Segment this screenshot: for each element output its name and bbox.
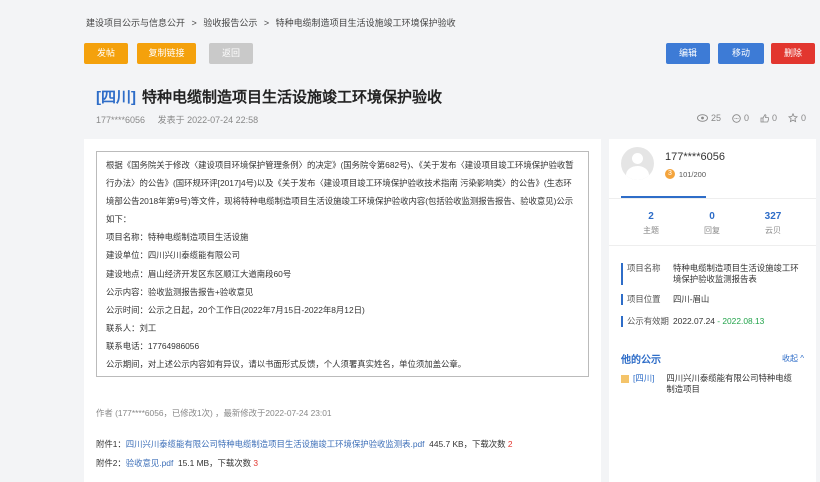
attachment-row: 附件2：验收意见.pdf 15.1 MB，下载次数 3	[96, 458, 259, 468]
comments-stat[interactable]: 0	[732, 113, 749, 123]
breadcrumb-current: 特种电缆制造项目生活设施竣工环境保护验收	[275, 18, 456, 28]
eye-icon	[696, 114, 708, 122]
breadcrumb-separator: >	[191, 18, 197, 28]
sidebar-username[interactable]: 177****6056	[665, 151, 725, 163]
breadcrumb: 建设项目公示与信息公开 > 验收报告公示 > 特种电缆制造项目生活设施竣工环境保…	[86, 16, 460, 29]
attachment-prefix: 附件2：	[96, 458, 126, 468]
attachment-row: 附件1：四川兴川泰缆能有限公司特种电缆制造项目生活设施竣工环境保护验收监测表.p…	[96, 439, 513, 449]
notice-period: 公示时间：公示之日起，20个工作日(2022年7月15日-2022年8月12日)	[106, 304, 365, 315]
user-level: 3 101/200	[665, 169, 706, 179]
attachment-link[interactable]: 验收意见.pdf	[126, 458, 173, 468]
breadcrumb-link-acceptance[interactable]: 验收报告公示	[203, 18, 257, 28]
post-time: 发表于 2022-07-24 22:58	[157, 115, 259, 125]
document-icon	[621, 375, 629, 383]
likes-stat[interactable]: 0	[760, 113, 777, 123]
attachment-prefix: 附件1：	[96, 439, 126, 449]
edit-info: 作者 (177****6056，已修改1次) ，最新修改于2022-07-24 …	[96, 408, 332, 418]
thumbs-up-icon	[760, 113, 769, 122]
post-stats: 25 0 0 0	[696, 113, 806, 123]
post-meta: 177****6056 发表于 2022-07-24 22:58	[96, 113, 268, 126]
divider	[609, 245, 816, 246]
notice-remark: 公示期间，对上述公示内容如有异议，请以书面形式反馈，个人须署真实姓名，单位须加盖…	[106, 359, 467, 370]
info-project-location: 项目位置 四川-眉山	[621, 294, 801, 305]
favorites-stat[interactable]: 0	[787, 113, 806, 123]
info-project-name: 项目名称 特种电缆制造项目生活设施竣工环境保护验收监测报告表	[621, 263, 801, 285]
star-icon	[787, 113, 798, 123]
attachment-size: 15.1 MB	[177, 458, 210, 468]
download-count: 3	[253, 458, 259, 468]
attachment-link[interactable]: 四川兴川泰缆能有限公司特种电缆制造项目生活设施竣工环境保护验收监测表.pdf	[126, 439, 425, 449]
stat-topics[interactable]: 2 主题	[621, 211, 681, 236]
divider	[609, 198, 816, 199]
copy-link-button[interactable]: 复制链接	[137, 43, 196, 64]
post-content: 根据《国务院关于修改〈建设项目环境保护管理条例〉的决定》(国务院令第682号)、…	[84, 139, 601, 482]
back-button[interactable]: 返回	[209, 43, 253, 64]
stat-replies[interactable]: 0 回复	[682, 211, 742, 236]
notice-location: 建设地点：眉山经济开发区东区顺江大道南段60号	[106, 268, 292, 279]
notice-box: 根据《国务院关于修改〈建设项目环境保护管理条例〉的决定》(国务院令第682号)、…	[96, 151, 589, 377]
notice-intro: 根据《国务院关于修改〈建设项目环境保护管理条例〉的决定》(国务院令第682号)、…	[106, 160, 574, 225]
other-notice-tag: [四川]	[633, 373, 655, 383]
stat-coins[interactable]: 327 云贝	[743, 211, 803, 236]
other-notices-title: 他的公示	[621, 355, 661, 366]
collapse-toggle[interactable]: 收起 ^	[782, 353, 804, 364]
notice-project-name: 项目名称：特种电缆制造项目生活设施	[106, 232, 249, 243]
page-title: [四川] 特种电缆制造项目生活设施竣工环境保护验收	[96, 86, 442, 107]
move-button[interactable]: 移动	[718, 43, 764, 64]
notice-contact: 联系人：刘工	[106, 322, 157, 333]
breadcrumb-separator: >	[263, 18, 270, 28]
comment-icon	[732, 113, 741, 123]
region-tag[interactable]: [四川]	[96, 89, 136, 106]
notice-phone: 联系电话：17764986056	[106, 340, 200, 351]
author-sidebar: 177****6056 3 101/200 2 主题 0 回复 327 云贝 项…	[609, 139, 816, 482]
level-progress: 101/200	[678, 169, 707, 179]
info-validity: 公示有效期 2022.07.24 - 2022.08.13	[621, 316, 801, 327]
delete-button[interactable]: 删除	[771, 43, 815, 64]
other-notice-title[interactable]: 四川兴川泰缆能有限公司特种电缆制造项目	[666, 373, 796, 395]
post-title: 特种电缆制造项目生活设施竣工环境保护验收	[142, 89, 443, 106]
other-notice-item[interactable]: [四川] 四川兴川泰缆能有限公司特种电缆制造项目	[621, 373, 796, 395]
download-count: 2	[507, 439, 513, 449]
breadcrumb-link-publicity[interactable]: 建设项目公示与信息公开	[86, 18, 185, 28]
views-stat: 25	[696, 113, 721, 123]
author-link[interactable]: 177****6056	[96, 115, 145, 125]
notice-unit: 建设单位：四川兴川泰缆能有限公司	[106, 250, 240, 261]
avatar[interactable]	[621, 147, 654, 180]
post-button[interactable]: 发帖	[84, 43, 128, 64]
attachment-size: 445.7 KB	[429, 439, 464, 449]
edit-button[interactable]: 编辑	[666, 43, 710, 64]
level-badge: 3	[665, 169, 675, 179]
notice-content: 公示内容：验收监测报告报告+验收意见	[106, 286, 254, 297]
